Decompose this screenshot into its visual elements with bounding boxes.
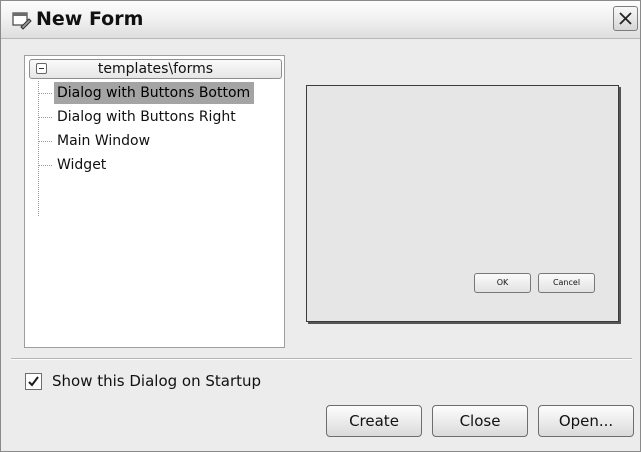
- template-tree[interactable]: templates\forms Dialog with Buttons Bott…: [24, 55, 285, 348]
- tree-connector: [38, 81, 39, 216]
- show-on-startup-label: Show this Dialog on Startup: [52, 372, 262, 390]
- form-icon: [12, 10, 32, 30]
- tree-item-label: Dialog with Buttons Right: [57, 109, 236, 125]
- new-form-dialog: New Form templates\forms Dialog with But…: [0, 0, 641, 452]
- tree-item-label: Main Window: [57, 133, 151, 149]
- separator: [11, 358, 632, 360]
- close-button[interactable]: Close: [432, 405, 528, 437]
- tree-item-label: Dialog with Buttons Bottom: [54, 82, 255, 104]
- preview-cancel-button: Cancel: [538, 273, 595, 293]
- title-bar[interactable]: New Form: [1, 1, 640, 39]
- preview-ok-button: OK: [474, 273, 531, 293]
- form-preview: OK Cancel: [306, 85, 619, 322]
- tree-root-label: templates\forms: [97, 61, 214, 77]
- tree-root-templates-forms[interactable]: templates\forms: [29, 59, 282, 79]
- checkmark-icon: [28, 376, 39, 387]
- dialog-title: New Form: [36, 8, 144, 30]
- close-icon: [619, 12, 632, 25]
- open-button[interactable]: Open...: [538, 405, 634, 437]
- tree-item-label: Widget: [57, 157, 107, 173]
- create-button[interactable]: Create: [326, 405, 422, 437]
- show-on-startup-checkbox[interactable]: [25, 373, 42, 390]
- close-window-button[interactable]: [613, 6, 638, 31]
